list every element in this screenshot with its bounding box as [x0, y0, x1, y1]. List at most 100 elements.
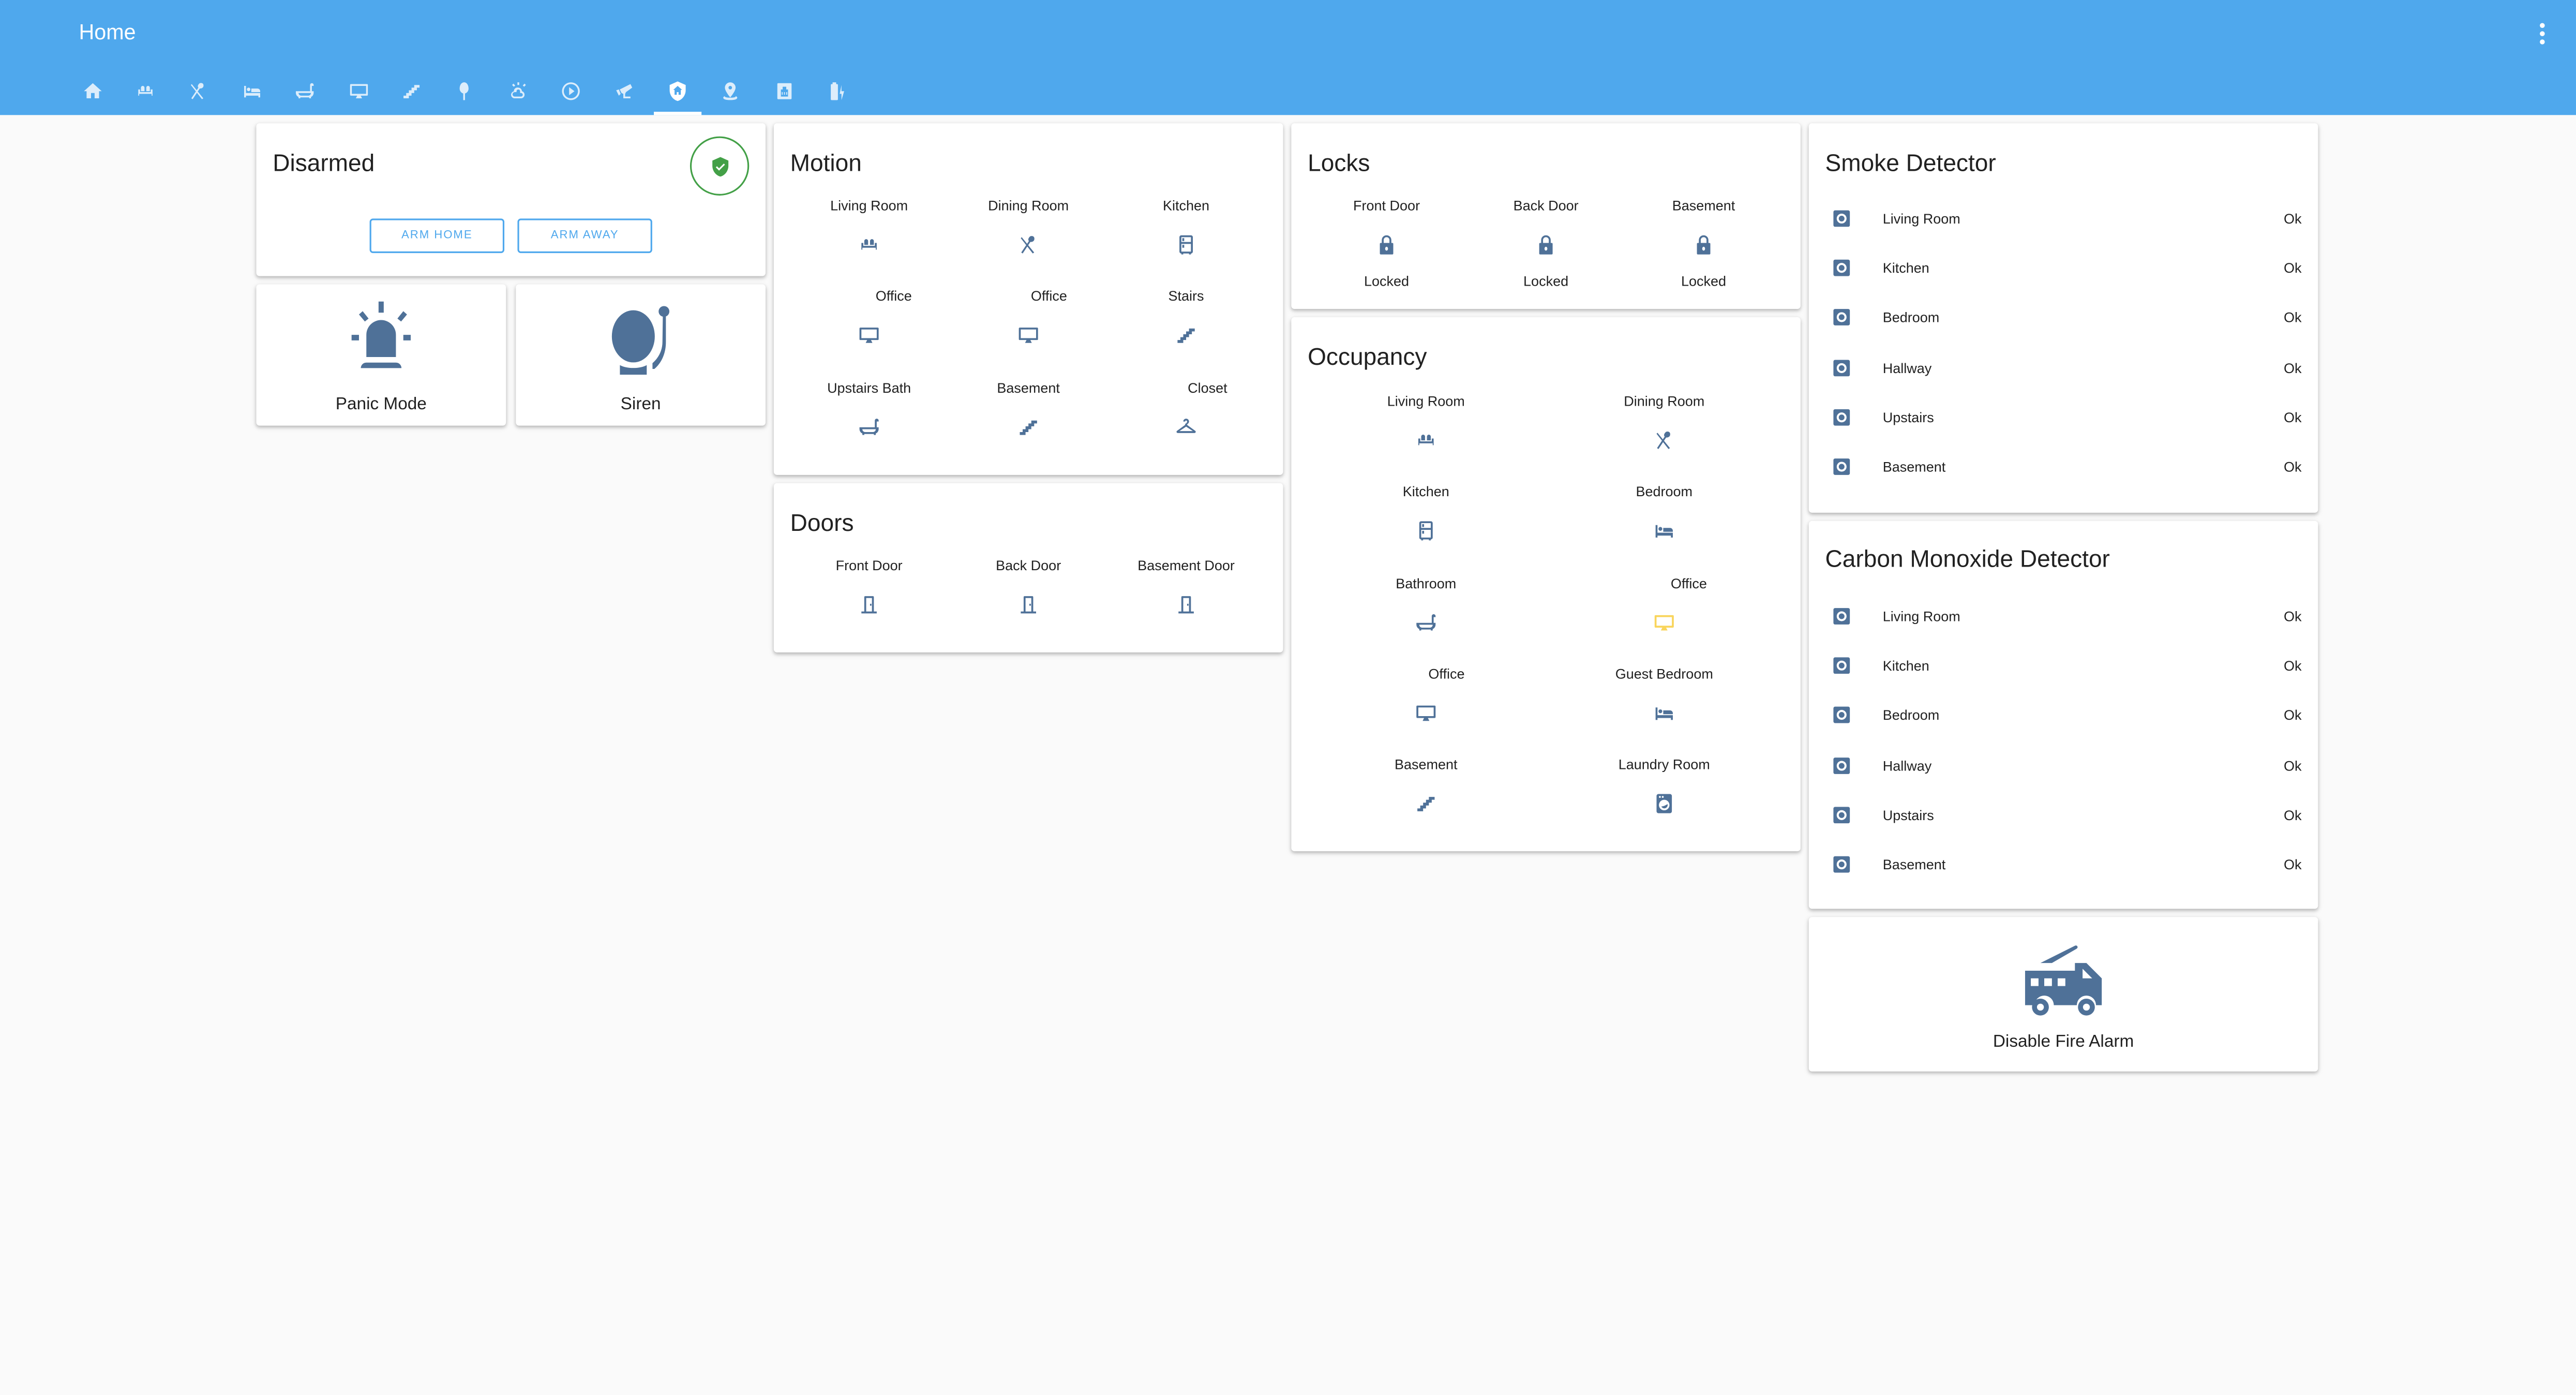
smoke-state: Ok — [2284, 409, 2302, 426]
motion-item[interactable]: Basement — [963, 380, 1094, 439]
door-icon — [858, 593, 880, 616]
smoke-row[interactable]: Basement Ok — [1832, 455, 2302, 478]
motion-item[interactable]: Stairs — [1120, 288, 1252, 347]
co-row[interactable]: Living Room Ok — [1832, 605, 2302, 628]
motion-item[interactable]: Dining Room — [963, 197, 1094, 256]
tab-media[interactable] — [545, 66, 598, 115]
motion-item[interactable]: Office — [803, 288, 935, 347]
lock-item[interactable]: Front Door Locked — [1321, 197, 1452, 289]
co-row[interactable]: Bedroom Ok — [1832, 703, 2302, 726]
stairs-icon — [1415, 792, 1437, 815]
disable-fire-alarm-button[interactable]: Disable Fire Alarm — [1808, 917, 2318, 1072]
tab-cameras[interactable] — [598, 66, 651, 115]
bathtub-icon — [858, 416, 880, 439]
washing-machine-icon — [1653, 792, 1675, 815]
siren-button[interactable]: Siren — [516, 284, 766, 426]
tab-energy[interactable] — [811, 66, 864, 115]
lock-state: Locked — [1523, 273, 1569, 289]
smoke-detector-icon — [1832, 209, 1851, 228]
door-item[interactable]: Basement Door — [1120, 557, 1252, 616]
smoke-row[interactable]: Kitchen Ok — [1832, 256, 2302, 279]
lock-icon — [1534, 233, 1557, 256]
alarm-light-icon — [351, 301, 411, 368]
tab-office[interactable] — [332, 66, 385, 115]
occupancy-item[interactable]: Dining Room — [1598, 393, 1730, 452]
doors-card: Doors Front Door Back Door Basement Door — [773, 483, 1283, 652]
co-state: Ok — [2284, 807, 2302, 824]
tab-security[interactable] — [651, 66, 705, 115]
tab-outdoor[interactable] — [438, 66, 491, 115]
motion-item[interactable]: Living Room — [803, 197, 935, 256]
smoke-row[interactable]: Upstairs Ok — [1832, 406, 2302, 428]
panic-mode-button[interactable]: Panic Mode — [256, 284, 506, 426]
disable-fire-alarm-label: Disable Fire Alarm — [1993, 1032, 2134, 1052]
motion-item[interactable]: Closet — [1120, 380, 1252, 439]
smoke-row[interactable]: Living Room Ok — [1832, 207, 2302, 230]
occupancy-item[interactable]: Bathroom — [1360, 575, 1492, 634]
stairs-icon — [401, 80, 422, 101]
lock-state: Locked — [1681, 273, 1727, 289]
tree-icon — [454, 80, 475, 101]
weather-icon — [507, 80, 529, 101]
bed-icon — [241, 80, 262, 101]
motion-item[interactable]: Office — [963, 288, 1094, 347]
arm-home-button[interactable]: ARM HOME — [369, 218, 505, 254]
hanger-icon — [1175, 416, 1197, 439]
co-row[interactable]: Basement Ok — [1832, 853, 2302, 875]
tab-bathroom[interactable] — [279, 66, 332, 115]
co-state: Ok — [2284, 758, 2302, 774]
ethernet-icon — [773, 80, 795, 101]
smoke-detector-icon — [1832, 358, 1851, 378]
arm-away-button[interactable]: ARM AWAY — [517, 218, 652, 254]
monitor-icon — [1415, 702, 1437, 724]
lock-item[interactable]: Back Door Locked — [1480, 197, 1612, 289]
occupancy-item[interactable]: Office — [1598, 575, 1730, 634]
shield-home-icon — [667, 80, 688, 101]
tab-living-room[interactable] — [119, 66, 172, 115]
occupancy-item[interactable]: Living Room — [1360, 393, 1492, 452]
silverware-icon — [1653, 429, 1675, 452]
occupancy-item[interactable]: Basement — [1360, 756, 1492, 815]
lock-state: Locked — [1364, 273, 1410, 289]
occupancy-item[interactable]: Bedroom — [1598, 483, 1730, 542]
co-row[interactable]: Upstairs Ok — [1832, 804, 2302, 826]
monitor-icon — [858, 324, 880, 347]
co-row[interactable]: Hallway Ok — [1832, 754, 2302, 777]
bathtub-icon — [1415, 611, 1437, 634]
smoke-detector-icon — [1832, 457, 1851, 477]
smoke-row[interactable]: Bedroom Ok — [1832, 306, 2302, 329]
battery-charging-icon — [827, 80, 848, 101]
tab-home[interactable] — [66, 66, 119, 115]
tab-bedroom[interactable] — [226, 66, 279, 115]
smoke-row[interactable]: Hallway Ok — [1832, 357, 2302, 379]
app-header: Home — [0, 0, 2576, 115]
door-icon — [1175, 593, 1197, 616]
door-item[interactable]: Front Door — [803, 557, 935, 616]
occupancy-item[interactable]: Office — [1360, 665, 1492, 724]
motion-item[interactable]: Kitchen — [1120, 197, 1252, 256]
tab-stairs[interactable] — [385, 66, 438, 115]
co-detector-icon — [1832, 705, 1851, 725]
smoke-state: Ok — [2284, 210, 2302, 227]
co-row[interactable]: Kitchen Ok — [1832, 654, 2302, 677]
tab-location[interactable] — [705, 66, 758, 115]
smoke-detector-icon — [1832, 307, 1851, 327]
occupancy-item[interactable]: Guest Bedroom — [1598, 665, 1730, 724]
tab-network[interactable] — [757, 66, 811, 115]
silverware-icon — [188, 80, 209, 101]
door-item[interactable]: Back Door — [963, 557, 1094, 616]
tab-weather[interactable] — [491, 66, 545, 115]
lock-item[interactable]: Basement Locked — [1638, 197, 1769, 289]
occupancy-item[interactable]: Laundry Room — [1598, 756, 1730, 815]
dots-vertical-icon[interactable] — [2530, 20, 2553, 46]
smoke-state: Ok — [2284, 458, 2302, 475]
view-tabs — [66, 66, 864, 115]
map-marker-radius-icon — [720, 80, 741, 101]
tab-dining-room[interactable] — [172, 66, 226, 115]
occupancy-item[interactable]: Kitchen — [1360, 483, 1492, 542]
occupancy-title: Occupancy — [1308, 345, 1427, 372]
smoke-title: Smoke Detector — [1825, 151, 1996, 178]
motion-item[interactable]: Upstairs Bath — [803, 380, 935, 439]
alarm-status-badge[interactable] — [690, 136, 750, 196]
co-detector-icon — [1832, 805, 1851, 825]
